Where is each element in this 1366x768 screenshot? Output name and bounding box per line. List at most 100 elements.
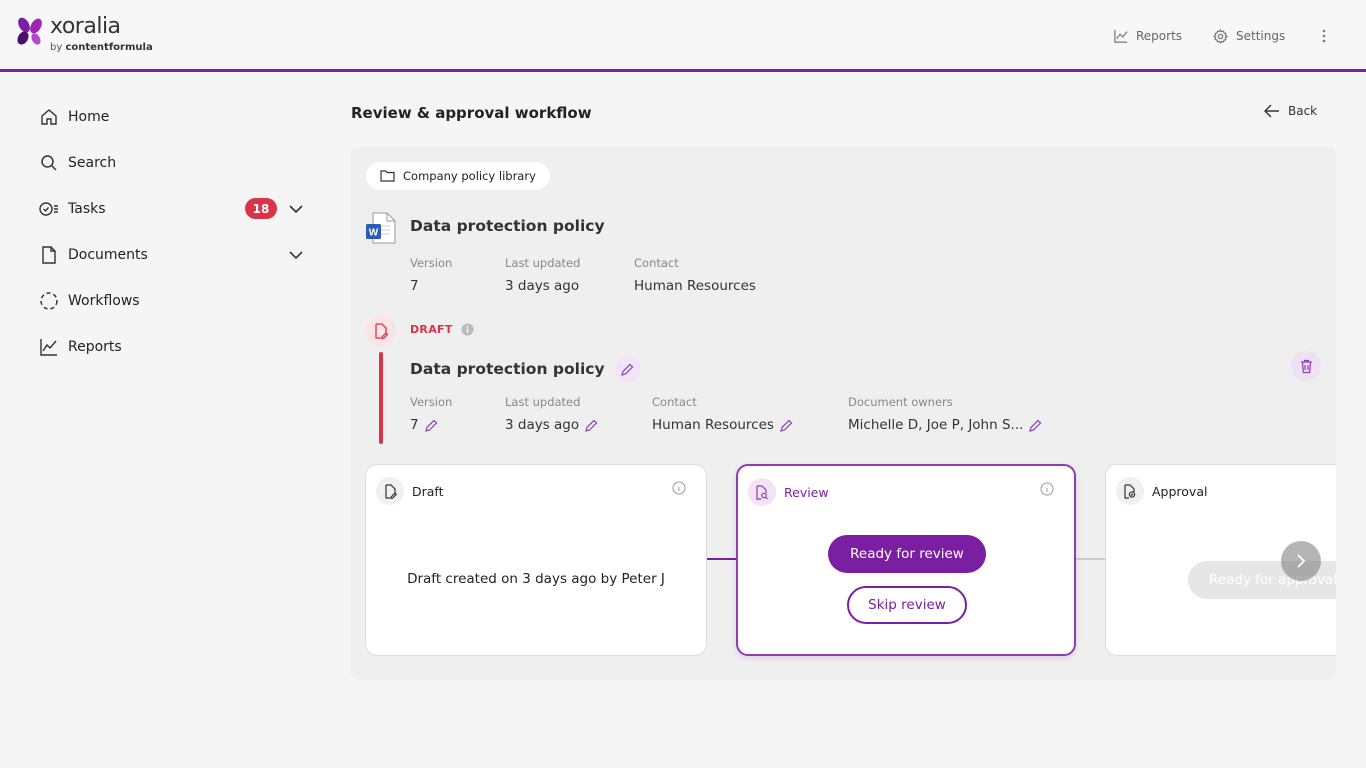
- chevron-right-icon: [1297, 554, 1306, 568]
- document-title: Data protection policy: [410, 217, 605, 235]
- sidebar-item-label: Workflows: [68, 293, 140, 309]
- draft-version: 7: [410, 417, 438, 433]
- document-edit-icon: [376, 477, 404, 505]
- stage-review-header: Review: [748, 478, 829, 506]
- home-icon: [38, 106, 60, 128]
- info-icon[interactable]: [1040, 482, 1054, 496]
- document-search-icon: [748, 478, 776, 506]
- search-icon: [38, 152, 60, 174]
- edit-title-button[interactable]: [614, 356, 641, 382]
- draft-title: Data protection policy: [410, 360, 605, 378]
- updated-label: Last updated: [505, 256, 581, 270]
- chart-line-icon: [38, 336, 60, 358]
- pencil-icon: [621, 363, 634, 376]
- folder-icon: [380, 170, 395, 182]
- stage-approval-header: Approval: [1116, 477, 1207, 505]
- draft-updated-label: Last updated: [505, 395, 581, 409]
- topnav-settings[interactable]: Settings: [1213, 25, 1285, 47]
- version-label: Version: [410, 256, 453, 270]
- top-bar: xoralia by contentformula Reports Settin…: [0, 0, 1366, 72]
- stage-connector-draft-review: [705, 558, 737, 560]
- skip-review-button[interactable]: Skip review: [847, 586, 967, 624]
- tasks-check-icon: [38, 198, 60, 220]
- library-chip[interactable]: Company policy library: [366, 162, 550, 190]
- draft-contact-value: Human Resources: [652, 417, 774, 433]
- sidebar-item-label: Documents: [68, 247, 148, 263]
- brand-logo[interactable]: xoralia by contentformula: [14, 14, 174, 58]
- brand-sub-name: contentformula: [65, 42, 153, 53]
- word-document-icon: W: [366, 212, 396, 244]
- sidebar-item-label: Search: [68, 155, 117, 171]
- trash-icon: [1300, 359, 1312, 373]
- stage-connector-review-approval: [1075, 558, 1107, 560]
- stage-draft-header: Draft: [376, 477, 444, 505]
- contact-label: Contact: [634, 256, 679, 270]
- draft-contact: Human Resources: [652, 417, 793, 433]
- pencil-icon[interactable]: [780, 419, 793, 432]
- tasks-count-badge: 18: [245, 198, 277, 219]
- gear-icon: [1213, 28, 1228, 44]
- updated-value: 3 days ago: [505, 278, 580, 294]
- chevron-down-icon[interactable]: [286, 199, 306, 219]
- chevron-down-icon[interactable]: [286, 245, 306, 265]
- document-icon: [38, 244, 60, 266]
- brand-name: xoralia: [50, 14, 121, 39]
- draft-version-label: Version: [410, 395, 453, 409]
- svg-text:W: W: [369, 228, 379, 239]
- version-value: 7: [410, 278, 419, 294]
- pencil-icon[interactable]: [1029, 419, 1042, 432]
- page-title: Review & approval workflow: [351, 104, 592, 122]
- chart-line-icon: [1114, 29, 1128, 43]
- draft-owners-label: Document owners: [848, 395, 953, 409]
- info-icon[interactable]: [461, 323, 474, 336]
- back-button[interactable]: Back: [1264, 104, 1317, 118]
- topnav-reports[interactable]: Reports: [1114, 25, 1182, 47]
- stage-review-title: Review: [784, 484, 829, 500]
- draft-owners: Michelle D, Joe P, John S...: [848, 417, 1042, 433]
- sidebar-item-tasks[interactable]: Tasks 18: [38, 195, 308, 223]
- contact-value: Human Resources: [634, 278, 756, 294]
- document-approve-icon: [1116, 477, 1144, 505]
- arrow-left-icon: [1264, 104, 1279, 118]
- info-icon[interactable]: [672, 481, 686, 495]
- draft-status-label: DRAFT: [410, 323, 453, 336]
- sidebar-item-home[interactable]: Home: [38, 103, 308, 131]
- draft-version-value: 7: [410, 417, 419, 433]
- topnav-reports-label: Reports: [1136, 29, 1183, 43]
- document-edit-icon: [375, 323, 388, 339]
- draft-contact-label: Contact: [652, 395, 697, 409]
- sidebar-item-documents[interactable]: Documents: [38, 241, 308, 269]
- brand-sub: by contentformula: [50, 42, 153, 53]
- workflow-card: Company policy library W Data protection…: [351, 146, 1336, 680]
- delete-draft-button[interactable]: [1291, 351, 1321, 381]
- ready-for-review-button[interactable]: Ready for review: [828, 535, 986, 573]
- kebab-icon: [1322, 29, 1326, 43]
- draft-updated-value: 3 days ago: [505, 417, 580, 433]
- pencil-icon[interactable]: [424, 419, 438, 432]
- more-menu-button[interactable]: [1314, 25, 1334, 47]
- draft-owners-value: Michelle D, Joe P, John S...: [848, 417, 1024, 433]
- draft-title-row: Data protection policy: [410, 356, 641, 382]
- draft-status-icon: [366, 316, 396, 346]
- sidebar-item-search[interactable]: Search: [38, 149, 308, 177]
- library-label: Company policy library: [403, 169, 536, 183]
- workflow-cycle-icon: [38, 290, 60, 312]
- stage-draft-title: Draft: [412, 483, 444, 499]
- pencil-icon[interactable]: [585, 419, 598, 432]
- stage-review: Review Ready for review Skip review: [736, 464, 1076, 656]
- draft-rail: [379, 352, 383, 444]
- sidebar-item-workflows[interactable]: Workflows: [38, 287, 308, 315]
- stage-draft-message: Draft created on 3 days ago by Peter J: [407, 571, 665, 587]
- xoralia-logo-icon: [17, 17, 42, 45]
- stage-draft: Draft Draft created on 3 days ago by Pet…: [365, 464, 707, 656]
- sidebar-item-label: Home: [68, 109, 110, 125]
- brand-sub-prefix: by: [50, 42, 66, 53]
- back-label: Back: [1288, 104, 1318, 118]
- topnav-settings-label: Settings: [1236, 29, 1286, 43]
- stage-approval-title: Approval: [1152, 483, 1208, 499]
- scroll-next-button[interactable]: [1281, 541, 1321, 581]
- draft-status: DRAFT: [410, 323, 474, 336]
- sidebar-item-label: Reports: [68, 339, 122, 355]
- draft-updated: 3 days ago: [505, 417, 598, 433]
- sidebar-item-reports[interactable]: Reports: [38, 333, 308, 361]
